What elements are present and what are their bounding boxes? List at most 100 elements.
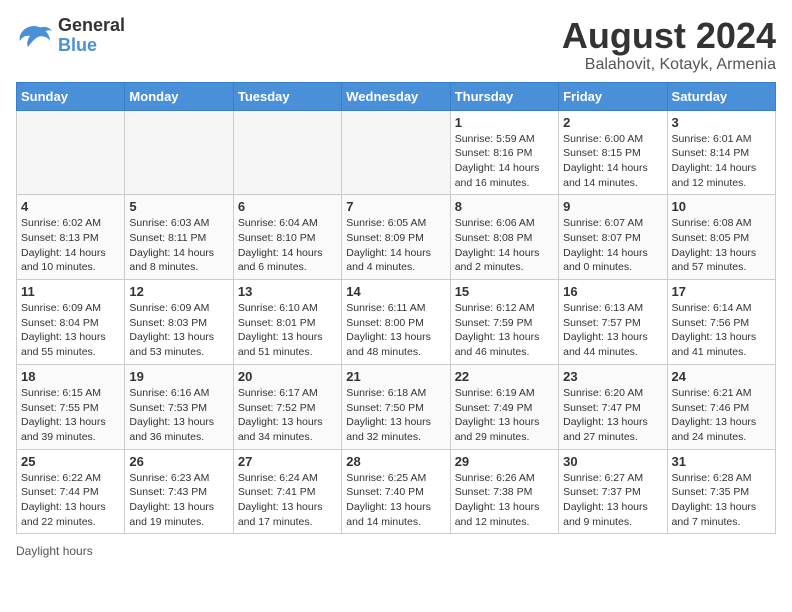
day-number: 7 [346,199,445,214]
day-number: 3 [672,115,771,130]
day-info: Sunrise: 6:23 AM Sunset: 7:43 PM Dayligh… [129,471,228,530]
day-number: 30 [563,454,662,469]
day-info: Sunrise: 6:28 AM Sunset: 7:35 PM Dayligh… [672,471,771,530]
day-info: Sunrise: 6:17 AM Sunset: 7:52 PM Dayligh… [238,386,337,445]
day-info: Sunrise: 6:05 AM Sunset: 8:09 PM Dayligh… [346,216,445,275]
day-number: 31 [672,454,771,469]
calendar-cell: 1 Sunrise: 5:59 AM Sunset: 8:16 PM Daylig… [450,110,558,195]
subtitle: Balahovit, Kotayk, Armenia [562,56,776,74]
day-number: 17 [672,284,771,299]
day-info: Sunrise: 6:07 AM Sunset: 8:07 PM Dayligh… [563,216,662,275]
day-info: Sunrise: 6:16 AM Sunset: 7:53 PM Dayligh… [129,386,228,445]
day-info: Sunrise: 6:08 AM Sunset: 8:05 PM Dayligh… [672,216,771,275]
day-number: 18 [21,369,120,384]
calendar-cell: 22 Sunrise: 6:19 AM Sunset: 7:49 PM Dayli… [450,364,558,449]
day-number: 15 [455,284,554,299]
day-info: Sunrise: 6:10 AM Sunset: 8:01 PM Dayligh… [238,301,337,360]
calendar-day-header: Wednesday [342,82,450,110]
calendar-week-row: 11 Sunrise: 6:09 AM Sunset: 8:04 PM Dayli… [17,280,776,365]
calendar-cell: 31 Sunrise: 6:28 AM Sunset: 7:35 PM Dayli… [667,449,775,534]
day-info: Sunrise: 6:06 AM Sunset: 8:08 PM Dayligh… [455,216,554,275]
day-info: Sunrise: 6:25 AM Sunset: 7:40 PM Dayligh… [346,471,445,530]
calendar-cell: 19 Sunrise: 6:16 AM Sunset: 7:53 PM Dayli… [125,364,233,449]
calendar-week-row: 18 Sunrise: 6:15 AM Sunset: 7:55 PM Dayli… [17,364,776,449]
calendar-cell: 18 Sunrise: 6:15 AM Sunset: 7:55 PM Dayli… [17,364,125,449]
day-number: 29 [455,454,554,469]
day-number: 16 [563,284,662,299]
day-info: Sunrise: 6:18 AM Sunset: 7:50 PM Dayligh… [346,386,445,445]
day-info: Sunrise: 5:59 AM Sunset: 8:16 PM Dayligh… [455,132,554,191]
logo: General Blue [16,16,125,56]
day-info: Sunrise: 6:21 AM Sunset: 7:46 PM Dayligh… [672,386,771,445]
day-info: Sunrise: 6:22 AM Sunset: 7:44 PM Dayligh… [21,471,120,530]
calendar-cell: 17 Sunrise: 6:14 AM Sunset: 7:56 PM Dayli… [667,280,775,365]
day-info: Sunrise: 6:12 AM Sunset: 7:59 PM Dayligh… [455,301,554,360]
day-number: 25 [21,454,120,469]
day-info: Sunrise: 6:19 AM Sunset: 7:49 PM Dayligh… [455,386,554,445]
logo-text: General Blue [58,16,125,56]
day-info: Sunrise: 6:14 AM Sunset: 7:56 PM Dayligh… [672,301,771,360]
day-info: Sunrise: 6:04 AM Sunset: 8:10 PM Dayligh… [238,216,337,275]
day-number: 9 [563,199,662,214]
day-number: 1 [455,115,554,130]
calendar-cell: 8 Sunrise: 6:06 AM Sunset: 8:08 PM Daylig… [450,195,558,280]
calendar-cell: 12 Sunrise: 6:09 AM Sunset: 8:03 PM Dayli… [125,280,233,365]
day-number: 21 [346,369,445,384]
day-info: Sunrise: 6:27 AM Sunset: 7:37 PM Dayligh… [563,471,662,530]
calendar-week-row: 25 Sunrise: 6:22 AM Sunset: 7:44 PM Dayli… [17,449,776,534]
day-info: Sunrise: 6:26 AM Sunset: 7:38 PM Dayligh… [455,471,554,530]
calendar-cell: 2Sunrise: 6:00 AM Sunset: 8:15 PM Daylig… [559,110,667,195]
calendar-cell: 10 Sunrise: 6:08 AM Sunset: 8:05 PM Dayli… [667,195,775,280]
title-block: August 2024 Balahovit, Kotayk, Armenia [562,16,776,74]
day-number: 20 [238,369,337,384]
calendar-cell: 27 Sunrise: 6:24 AM Sunset: 7:41 PM Dayli… [233,449,341,534]
logo-icon [16,21,52,51]
calendar-cell [125,110,233,195]
day-number: 22 [455,369,554,384]
calendar-cell [342,110,450,195]
calendar-cell: 7 Sunrise: 6:05 AM Sunset: 8:09 PM Daylig… [342,195,450,280]
calendar-cell: 23Sunrise: 6:20 AM Sunset: 7:47 PM Dayli… [559,364,667,449]
day-info: Sunrise: 6:13 AM Sunset: 7:57 PM Dayligh… [563,301,662,360]
main-title: August 2024 [562,16,776,56]
calendar-day-header: Thursday [450,82,558,110]
day-info: Sunrise: 6:03 AM Sunset: 8:11 PM Dayligh… [129,216,228,275]
day-number: 28 [346,454,445,469]
day-number: 4 [21,199,120,214]
day-info: Sunrise: 6:09 AM Sunset: 8:04 PM Dayligh… [21,301,120,360]
calendar-day-header: Tuesday [233,82,341,110]
day-info: Sunrise: 6:11 AM Sunset: 8:00 PM Dayligh… [346,301,445,360]
calendar-cell: 6 Sunrise: 6:04 AM Sunset: 8:10 PM Daylig… [233,195,341,280]
day-number: 26 [129,454,228,469]
calendar-cell: 9 Sunrise: 6:07 AM Sunset: 8:07 PM Daylig… [559,195,667,280]
calendar-day-header: Sunday [17,82,125,110]
calendar-cell: 21 Sunrise: 6:18 AM Sunset: 7:50 PM Dayli… [342,364,450,449]
day-info: Sunrise: 6:15 AM Sunset: 7:55 PM Dayligh… [21,386,120,445]
calendar-cell: 30 Sunrise: 6:27 AM Sunset: 7:37 PM Dayli… [559,449,667,534]
calendar-day-header: Saturday [667,82,775,110]
day-number: 27 [238,454,337,469]
calendar-cell: 24Sunrise: 6:21 AM Sunset: 7:46 PM Dayli… [667,364,775,449]
calendar-cell: 15 Sunrise: 6:12 AM Sunset: 7:59 PM Dayli… [450,280,558,365]
day-number: 12 [129,284,228,299]
day-number: 10 [672,199,771,214]
footer-text: Daylight hours [16,544,93,558]
page-header: General Blue August 2024 Balahovit, Kota… [16,16,776,74]
calendar-cell: 25 Sunrise: 6:22 AM Sunset: 7:44 PM Dayli… [17,449,125,534]
calendar-week-row: 1 Sunrise: 5:59 AM Sunset: 8:16 PM Daylig… [17,110,776,195]
day-info: Sunrise: 6:24 AM Sunset: 7:41 PM Dayligh… [238,471,337,530]
day-number: 6 [238,199,337,214]
calendar-cell: 29 Sunrise: 6:26 AM Sunset: 7:38 PM Dayli… [450,449,558,534]
calendar-day-header: Monday [125,82,233,110]
calendar-cell: 5 Sunrise: 6:03 AM Sunset: 8:11 PM Daylig… [125,195,233,280]
day-number: 5 [129,199,228,214]
calendar-cell: 16 Sunrise: 6:13 AM Sunset: 7:57 PM Dayli… [559,280,667,365]
day-info: Sunrise: 6:01 AM Sunset: 8:14 PM Dayligh… [672,132,771,191]
day-number: 19 [129,369,228,384]
calendar-cell: 20 Sunrise: 6:17 AM Sunset: 7:52 PM Dayli… [233,364,341,449]
day-info: Sunrise: 6:09 AM Sunset: 8:03 PM Dayligh… [129,301,228,360]
day-number: 8 [455,199,554,214]
day-number: 11 [21,284,120,299]
footer: Daylight hours [16,544,776,558]
calendar-cell: 11 Sunrise: 6:09 AM Sunset: 8:04 PM Dayli… [17,280,125,365]
